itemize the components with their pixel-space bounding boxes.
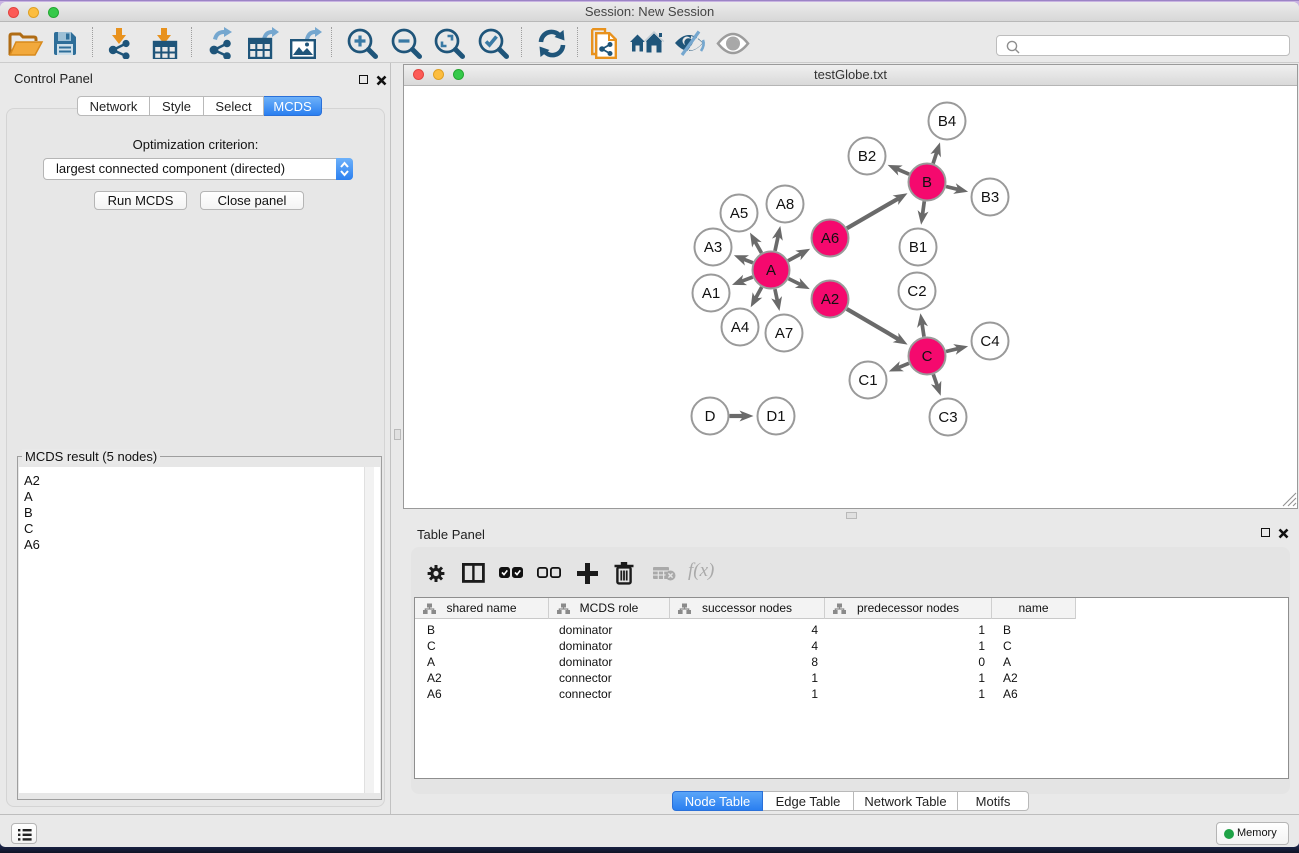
svg-text:A4: A4 xyxy=(731,319,749,336)
svg-text:A7: A7 xyxy=(775,325,793,342)
svg-text:A8: A8 xyxy=(776,196,794,213)
svg-text:D1: D1 xyxy=(766,408,785,425)
svg-text:A5: A5 xyxy=(730,205,748,222)
svg-text:C1: C1 xyxy=(858,372,877,389)
svg-text:B3: B3 xyxy=(981,189,999,206)
svg-text:A2: A2 xyxy=(821,291,839,308)
svg-text:C4: C4 xyxy=(980,333,999,350)
svg-text:C2: C2 xyxy=(907,283,926,300)
svg-text:A3: A3 xyxy=(704,239,722,256)
svg-text:B2: B2 xyxy=(858,148,876,165)
svg-text:A: A xyxy=(766,262,776,279)
svg-text:B: B xyxy=(922,174,932,191)
svg-text:C: C xyxy=(922,348,933,365)
svg-text:C3: C3 xyxy=(938,409,957,426)
svg-text:A6: A6 xyxy=(821,230,839,247)
svg-text:B1: B1 xyxy=(909,239,927,256)
svg-text:D: D xyxy=(705,408,716,425)
svg-text:B4: B4 xyxy=(938,113,956,130)
svg-text:A1: A1 xyxy=(702,285,720,302)
